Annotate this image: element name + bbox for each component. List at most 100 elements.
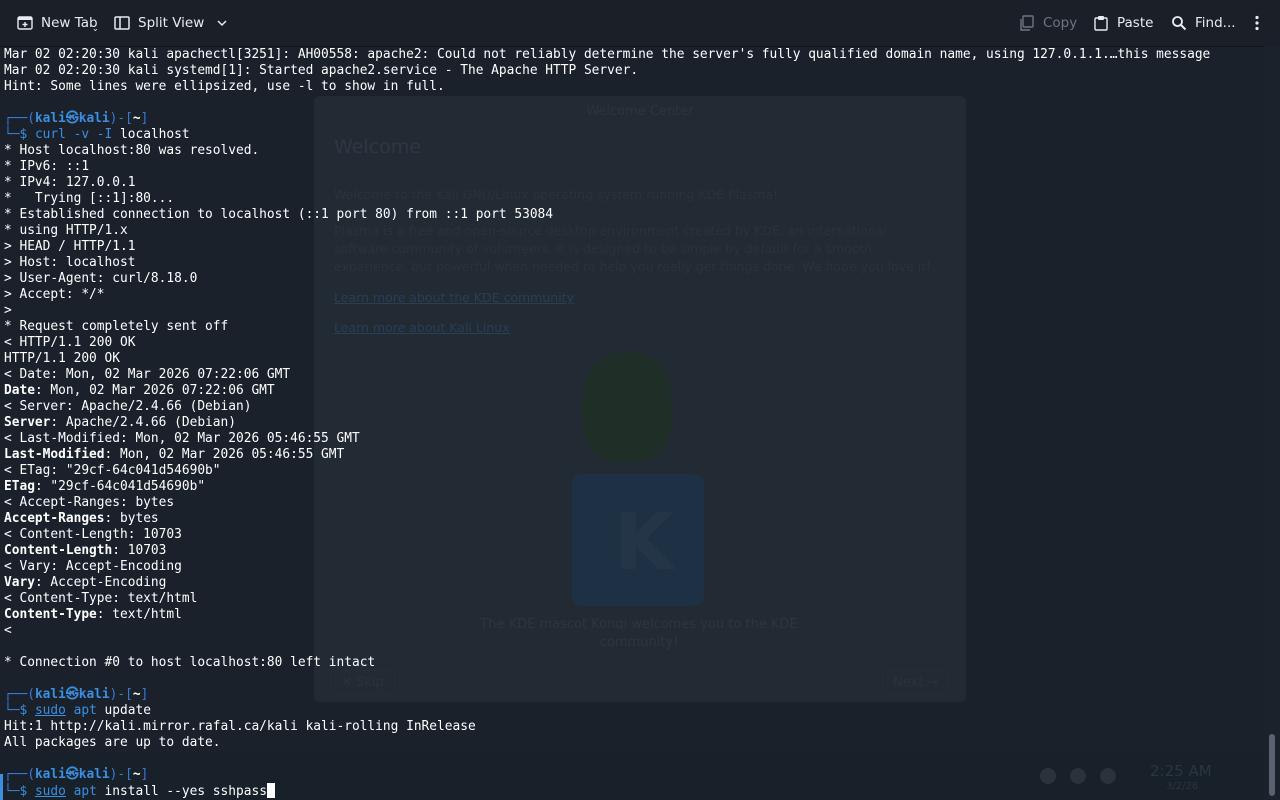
prompt-command-line: └─$ sudo apt install --yes sshpass	[4, 783, 1210, 799]
output-text: < Last-Modified: Mon, 02 Mar 2026 05:46:…	[4, 431, 360, 446]
prompt-box: )-[	[109, 767, 133, 782]
output-text: : "29cf-64c041d54690b"	[34, 479, 206, 494]
split-view-icon	[114, 15, 130, 31]
output-text: < Content-Length: 10703	[4, 527, 182, 542]
output-line: HTTP/1.1 200 OK	[4, 351, 1210, 367]
command-text: sudo	[34, 784, 66, 799]
output-text: * Trying [::1]:80...	[4, 191, 175, 206]
command-text: apt	[73, 703, 97, 718]
prompt-user-host: kali㉿kali	[34, 767, 110, 782]
output-line: * Host localhost:80 was resolved.	[4, 143, 1210, 159]
output-line: < Vary: Accept-Encoding	[4, 559, 1210, 575]
output-text: * Host localhost:80 was resolved.	[4, 143, 260, 158]
copy-button[interactable]: Copy	[1019, 0, 1077, 46]
prompt-box: ]	[140, 767, 149, 782]
header-name: Accept-Ranges	[4, 511, 105, 526]
prompt-symbol: $	[19, 127, 35, 142]
new-tab-label: New Tab	[41, 15, 98, 31]
scrollbar-thumb[interactable]	[1269, 734, 1275, 796]
output-text: HTTP/1.1 200 OK	[4, 351, 120, 366]
output-line: > User-Agent: curl/8.18.0	[4, 271, 1210, 287]
prompt-header-line: ┌──(kali㉿kali)-[~]	[4, 687, 1210, 703]
header-name: ETag	[4, 479, 35, 494]
prompt-directory: ~	[132, 767, 141, 782]
new-tab-menu-arrow-icon: ⌄	[92, 24, 99, 33]
paste-label: Paste	[1117, 15, 1154, 31]
header-name: Date	[4, 383, 35, 398]
output-text: : text/html	[96, 607, 182, 622]
prompt-box: ]	[140, 111, 149, 126]
prompt-command-line: └─$ curl -v -I localhost	[4, 127, 1210, 143]
output-text: * Connection #0 to host localhost:80 lef…	[4, 655, 376, 670]
prompt-user-host: kali㉿kali	[34, 687, 110, 702]
chevron-down-icon	[216, 17, 228, 29]
output-text: All packages are up to date.	[4, 735, 221, 750]
terminal-view[interactable]: Mar 02 02:20:30 kali apachectl[3251]: AH…	[0, 46, 1264, 800]
output-text: Hit:1 http://kali.mirror.rafal.ca/kali k…	[4, 719, 476, 734]
active-line-marker	[0, 774, 3, 800]
command-text	[66, 127, 74, 142]
header-name: Server	[4, 415, 51, 430]
split-view-button[interactable]: Split View	[114, 0, 228, 46]
command-text: install --yes sshpass	[96, 784, 267, 799]
prompt-directory: ~	[132, 687, 141, 702]
output-line: <	[4, 623, 1210, 639]
command-text: sudo	[34, 703, 66, 718]
output-text: < ETag: "29cf-64c041d54690b"	[4, 463, 221, 478]
output-line: < Content-Type: text/html	[4, 591, 1210, 607]
find-button[interactable]: Find...	[1171, 0, 1236, 46]
output-line: Mar 02 02:20:30 kali systemd[1]: Started…	[4, 63, 1210, 79]
output-line: All packages are up to date.	[4, 735, 1210, 751]
prompt-symbol: $	[19, 703, 35, 718]
kebab-menu-icon	[1249, 15, 1265, 31]
prompt-box: ┌──(	[4, 767, 35, 782]
output-line: > HEAD / HTTP/1.1	[4, 239, 1210, 255]
output-text: > HEAD / HTTP/1.1	[4, 239, 136, 254]
header-name: Content-Length	[4, 543, 113, 558]
prompt-box: └─	[4, 703, 20, 718]
command-text	[66, 784, 74, 799]
paste-icon	[1093, 15, 1109, 31]
output-line: Hint: Some lines were ellipsized, use -l…	[4, 79, 1210, 95]
new-tab-icon	[17, 15, 33, 31]
new-tab-button[interactable]: New Tab ⌄	[17, 0, 99, 46]
terminal-output: Mar 02 02:20:30 kali apachectl[3251]: AH…	[4, 47, 1210, 799]
output-line: * Established connection to localhost (:…	[4, 207, 1210, 223]
output-line: > Host: localhost	[4, 255, 1210, 271]
output-text: <	[4, 623, 12, 638]
prompt-box: └─	[4, 127, 20, 142]
text-cursor	[266, 783, 275, 798]
output-text: * IPv6: ::1	[4, 159, 90, 174]
output-line: Mar 02 02:20:30 kali apachectl[3251]: AH…	[4, 47, 1210, 63]
command-text: curl	[34, 127, 66, 142]
output-text: * using HTTP/1.x	[4, 223, 128, 238]
command-text: -v -I	[73, 127, 113, 142]
copy-label: Copy	[1043, 15, 1078, 31]
hamburger-menu-button[interactable]	[1249, 0, 1265, 46]
terminal-scrollbar[interactable]	[1264, 46, 1280, 800]
output-line: >	[4, 303, 1210, 319]
output-line: < Date: Mon, 02 Mar 2026 07:22:06 GMT	[4, 367, 1210, 383]
output-line: > Accept: */*	[4, 287, 1210, 303]
output-line: Last-Modified: Mon, 02 Mar 2026 05:46:55…	[4, 447, 1210, 463]
prompt-header-line: ┌──(kali㉿kali)-[~]	[4, 767, 1210, 783]
output-text: >	[4, 303, 12, 318]
header-name: Last-Modified	[4, 447, 105, 462]
output-text: * Established connection to localhost (:…	[4, 207, 554, 222]
prompt-box: )-[	[109, 687, 133, 702]
split-view-label: Split View	[138, 15, 205, 31]
output-line: * IPv6: ::1	[4, 159, 1210, 175]
prompt-box: ┌──(	[4, 687, 35, 702]
paste-button[interactable]: Paste	[1093, 0, 1153, 46]
search-icon	[1171, 15, 1187, 31]
output-text: > Accept: */*	[4, 287, 105, 302]
output-line: Hit:1 http://kali.mirror.rafal.ca/kali k…	[4, 719, 1210, 735]
prompt-box: ┌──(	[4, 111, 35, 126]
header-name: Vary	[4, 575, 35, 590]
output-text: > User-Agent: curl/8.18.0	[4, 271, 198, 286]
output-line: ETag: "29cf-64c041d54690b"	[4, 479, 1210, 495]
output-text: : Mon, 02 Mar 2026 07:22:06 GMT	[34, 383, 275, 398]
